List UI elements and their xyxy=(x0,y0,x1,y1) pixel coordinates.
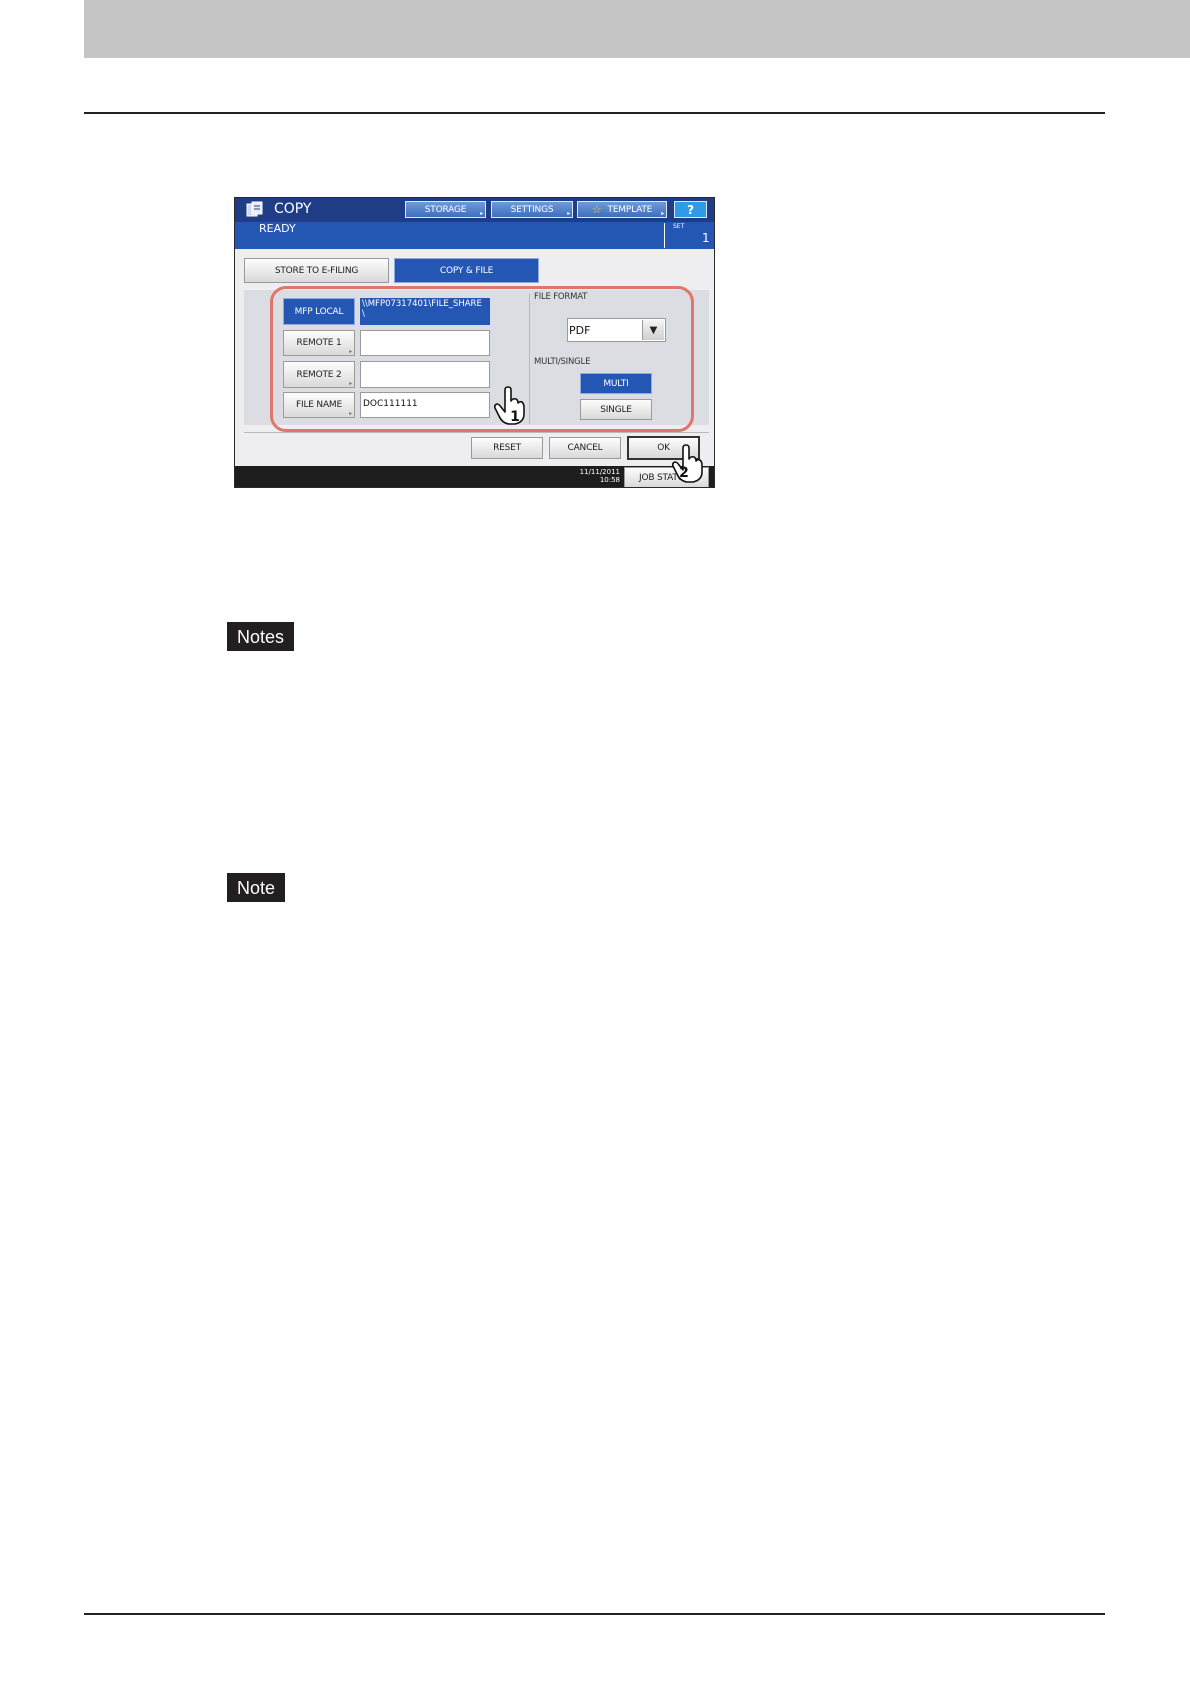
file-format-label: FILE FORMAT xyxy=(534,292,588,302)
remote1-field[interactable] xyxy=(360,330,490,356)
step-number: 2 xyxy=(679,465,689,481)
button-label: MFP LOCAL xyxy=(294,306,344,317)
file-name-button[interactable]: FILE NAME ▸ xyxy=(283,392,355,418)
cancel-button[interactable]: CANCEL xyxy=(549,437,621,459)
notes-tag: Notes xyxy=(227,622,295,651)
path-line: \\MFP07317401\FILE_SHARE xyxy=(362,299,482,309)
section-divider xyxy=(529,294,530,424)
bottom-bar: 11/11/2011 10:58 JOB STATUS xyxy=(235,466,714,487)
title-bar: COPY STORAGE ▸ SETTINGS ▸ ☆ TEMPLATE ▸ ? xyxy=(235,198,714,222)
path-line: \ xyxy=(362,309,365,319)
status-bar: READY SET 1 xyxy=(235,222,714,249)
corner-arrow-icon: ▸ xyxy=(661,210,664,217)
reset-button[interactable]: RESET xyxy=(471,437,543,459)
tab-copy-and-file[interactable]: COPY & FILE xyxy=(394,258,539,283)
storage-label: STORAGE xyxy=(424,204,467,215)
button-label: REMOTE 1 xyxy=(296,338,342,348)
tab-label: COPY & FILE xyxy=(439,265,494,276)
file-format-value: PDF xyxy=(569,324,591,337)
settings-button[interactable]: SETTINGS ▸ xyxy=(491,201,573,218)
action-divider xyxy=(244,432,709,433)
remote2-field[interactable] xyxy=(360,361,490,388)
step-number: 1 xyxy=(510,409,520,425)
template-label: TEMPLATE xyxy=(607,204,653,215)
star-icon: ☆ xyxy=(591,203,602,216)
hand-pointer-icon: 2 xyxy=(671,444,703,483)
remote2-button[interactable]: REMOTE 2 ▸ xyxy=(283,361,355,388)
button-label: FILE NAME xyxy=(296,400,342,410)
mfp-local-path: \\MFP07317401\FILE_SHARE \ xyxy=(360,298,490,325)
multi-button[interactable]: MULTI xyxy=(580,373,652,394)
mfp-local-button[interactable]: MFP LOCAL xyxy=(283,298,355,325)
remote1-button[interactable]: REMOTE 1 ▸ xyxy=(283,330,355,356)
corner-arrow-icon: ▸ xyxy=(349,380,352,387)
copy-icon xyxy=(246,201,263,217)
storage-button[interactable]: STORAGE ▸ xyxy=(405,201,486,218)
header-rule xyxy=(84,112,1105,114)
datetime: 11/11/2011 10:58 xyxy=(579,468,620,484)
set-count: 1 xyxy=(702,231,710,245)
tab-label: STORE TO E-FILING xyxy=(274,265,359,276)
tab-store-to-efiling[interactable]: STORE TO E-FILING xyxy=(244,258,389,283)
set-label: SET xyxy=(673,223,685,230)
dropdown-arrow-icon[interactable]: ▼ xyxy=(642,320,664,340)
file-name-field[interactable]: DOC111111 xyxy=(360,392,490,418)
button-label: CANCEL xyxy=(567,443,603,453)
button-label: SINGLE xyxy=(600,404,632,415)
corner-arrow-icon: ▸ xyxy=(480,210,483,217)
button-label: MULTI xyxy=(603,378,629,389)
app-title: COPY xyxy=(274,201,312,217)
template-button[interactable]: ☆ TEMPLATE ▸ xyxy=(577,201,667,218)
copy-file-screen: COPY STORAGE ▸ SETTINGS ▸ ☆ TEMPLATE ▸ ? RE… xyxy=(234,197,715,488)
button-label: REMOTE 2 xyxy=(296,369,342,380)
header-band xyxy=(84,0,1190,58)
button-label: RESET xyxy=(493,443,521,453)
set-divider xyxy=(664,223,665,248)
corner-arrow-icon: ▸ xyxy=(349,410,352,417)
status-text: READY xyxy=(259,222,296,235)
corner-arrow-icon: ▸ xyxy=(567,210,570,217)
file-format-select[interactable]: PDF ▼ xyxy=(567,318,666,342)
single-button[interactable]: SINGLE xyxy=(580,399,652,420)
multi-single-label: MULTI/SINGLE xyxy=(534,357,591,367)
hand-pointer-icon: 1 xyxy=(493,386,525,425)
time-text: 10:58 xyxy=(599,476,620,484)
button-label: OK xyxy=(657,443,670,453)
settings-label: SETTINGS xyxy=(510,204,554,215)
note-tag: Note xyxy=(227,873,286,902)
corner-arrow-icon: ▸ xyxy=(349,348,352,355)
date-text: 11/11/2011 xyxy=(579,468,620,476)
help-button[interactable]: ? xyxy=(674,201,707,218)
footer-rule xyxy=(84,1613,1105,1615)
help-icon: ? xyxy=(687,202,694,217)
